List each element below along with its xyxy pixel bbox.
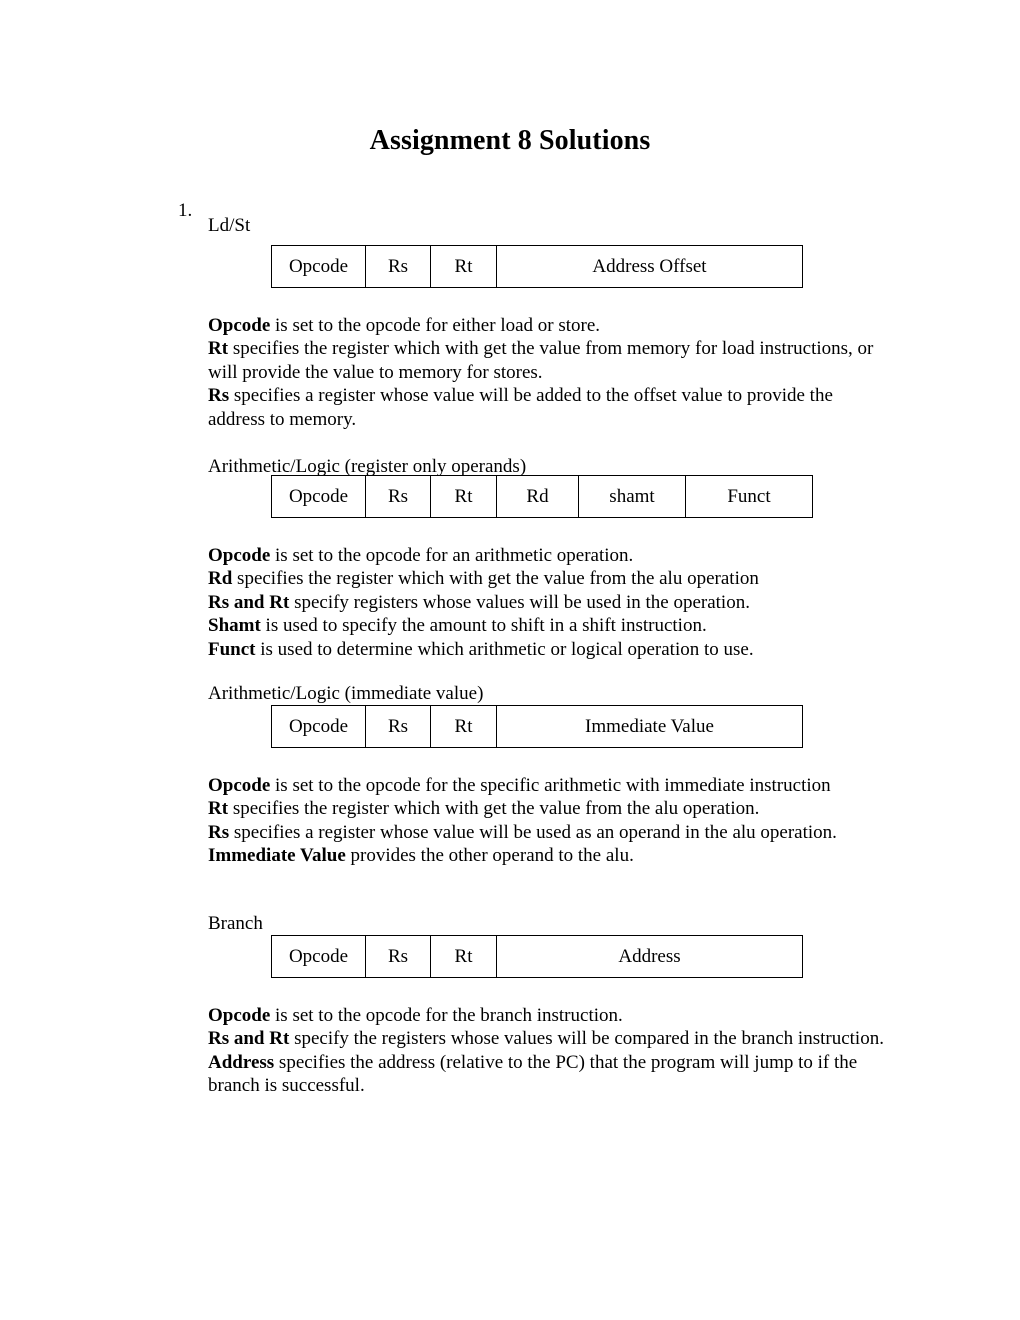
field-description-text: specifies a register whose value will be… <box>208 385 833 430</box>
field-name: Rs <box>208 385 230 407</box>
instruction-format-table: Opcode Rs Rt Address Offset <box>271 245 803 288</box>
instruction-field-cell: Funct <box>685 475 813 518</box>
field-name: Opcode <box>208 545 271 566</box>
field-description-text: specifies a register whose value will be… <box>229 821 837 843</box>
instruction-field-cell: Immediate Value <box>496 705 803 748</box>
field-description-line: Opcode is set to the opcode for the spec… <box>208 774 888 797</box>
instruction-field-cell: Rs <box>365 705 431 748</box>
field-description-line: Rs specifies a register whose value will… <box>208 821 888 844</box>
field-description-line: Opcode is set to the opcode for the bran… <box>208 1004 888 1027</box>
instruction-format-table: Opcode Rs Rt Rd shamt Funct <box>271 475 813 518</box>
field-description-block: Opcode is set to the opcode for the spec… <box>208 774 888 868</box>
field-description-text: specifies the register which with get th… <box>228 798 760 820</box>
field-description-text: specify the registers whose values will … <box>289 1028 884 1050</box>
field-name: Shamt <box>208 615 261 637</box>
instruction-format-table: Opcode Rs Rt Immediate Value <box>271 705 803 748</box>
instruction-field-cell: Rs <box>365 935 431 978</box>
instruction-format-table: Opcode Rs Rt Address <box>271 935 803 978</box>
table-row: Opcode Rs Rt Rd shamt Funct <box>271 475 813 518</box>
field-description-block: Opcode is set to the opcode for an arith… <box>208 544 888 661</box>
field-description-line: Funct is used to determine which arithme… <box>208 638 888 661</box>
page-title: Assignment 8 Solutions <box>369 125 651 156</box>
format-label: Ld/St <box>208 215 251 236</box>
field-description-text: specifies the register which with get th… <box>208 338 874 383</box>
instruction-field-cell: Rs <box>365 245 431 288</box>
table-row: Opcode Rs Rt Address <box>271 935 803 978</box>
instruction-field-cell: Opcode <box>271 245 366 288</box>
field-name: Opcode <box>208 315 271 336</box>
instruction-field-cell: Opcode <box>271 705 366 748</box>
instruction-field-cell: Address <box>496 935 803 978</box>
field-description-text: specifies the register which with get th… <box>232 568 759 590</box>
field-description-text: is used to specify the amount to shift i… <box>260 615 707 637</box>
field-name: Opcode <box>208 1005 271 1026</box>
field-description-line: Shamt is used to specify the amount to s… <box>208 614 888 637</box>
instruction-field-cell: Rt <box>430 935 497 978</box>
field-name: Address <box>208 1051 275 1073</box>
field-description-text: is set to the opcode for the specific ar… <box>270 775 831 796</box>
format-label: Branch <box>208 913 263 934</box>
field-description-text: is set to the opcode for the branch inst… <box>270 1005 623 1026</box>
field-description-line: Rs and Rt specify the registers whose va… <box>208 1027 888 1050</box>
field-description-text: provides the other operand to the alu. <box>345 845 634 867</box>
table-row: Opcode Rs Rt Immediate Value <box>271 705 803 748</box>
instruction-field-cell: Address Offset <box>496 245 803 288</box>
field-description-text: is set to the opcode for an arithmetic o… <box>270 545 634 566</box>
field-name: Rt <box>208 338 229 360</box>
field-name: Opcode <box>208 775 271 796</box>
field-description-line: Opcode is set to the opcode for an arith… <box>208 544 888 567</box>
instruction-field-cell: Rt <box>430 705 497 748</box>
field-description-line: Rd specifies the register which with get… <box>208 567 888 590</box>
instruction-field-cell: Rt <box>430 475 497 518</box>
field-name: Immediate Value <box>208 845 346 867</box>
instruction-field-cell: Rs <box>365 475 431 518</box>
table-row: Opcode Rs Rt Address Offset <box>271 245 803 288</box>
field-name: Rs and Rt <box>208 1028 290 1050</box>
field-description-text: specify registers whose values will be u… <box>289 591 750 613</box>
field-description-line: Rs and Rt specify registers whose values… <box>208 591 888 614</box>
instruction-field-cell: Rd <box>496 475 579 518</box>
field-name: Rs and Rt <box>208 591 290 613</box>
field-description-block: Opcode is set to the opcode for either l… <box>208 314 888 431</box>
field-description-text: is used to determine which arithmetic or… <box>255 638 754 660</box>
document-page: Assignment 8 Solutions 1. Ld/St Opcode Rs R… <box>0 0 1020 1320</box>
field-description-text: specifies the address (relative to the P… <box>208 1051 858 1097</box>
field-description-line: Opcode is set to the opcode for either l… <box>208 314 888 337</box>
field-description-line: Immediate Value provides the other opera… <box>208 844 888 867</box>
field-name: Rd <box>208 568 233 590</box>
field-name: Rs <box>208 821 230 843</box>
list-number: 1. <box>178 200 193 221</box>
field-description-text: is set to the opcode for either load or … <box>270 315 601 336</box>
field-description-line: Rt specifies the register which with get… <box>208 337 888 384</box>
format-label: Arithmetic/Logic (immediate value) <box>208 683 484 704</box>
field-name: Funct <box>208 638 256 660</box>
field-name: Rt <box>208 798 229 820</box>
field-description-line: Address specifies the address (relative … <box>208 1051 888 1098</box>
instruction-field-cell: Opcode <box>271 935 366 978</box>
instruction-field-cell: Rt <box>430 245 497 288</box>
field-description-block: Opcode is set to the opcode for the bran… <box>208 1004 888 1098</box>
field-description-line: Rt specifies the register which with get… <box>208 797 888 820</box>
field-description-line: Rs specifies a register whose value will… <box>208 384 888 431</box>
instruction-field-cell: shamt <box>578 475 686 518</box>
instruction-field-cell: Opcode <box>271 475 366 518</box>
